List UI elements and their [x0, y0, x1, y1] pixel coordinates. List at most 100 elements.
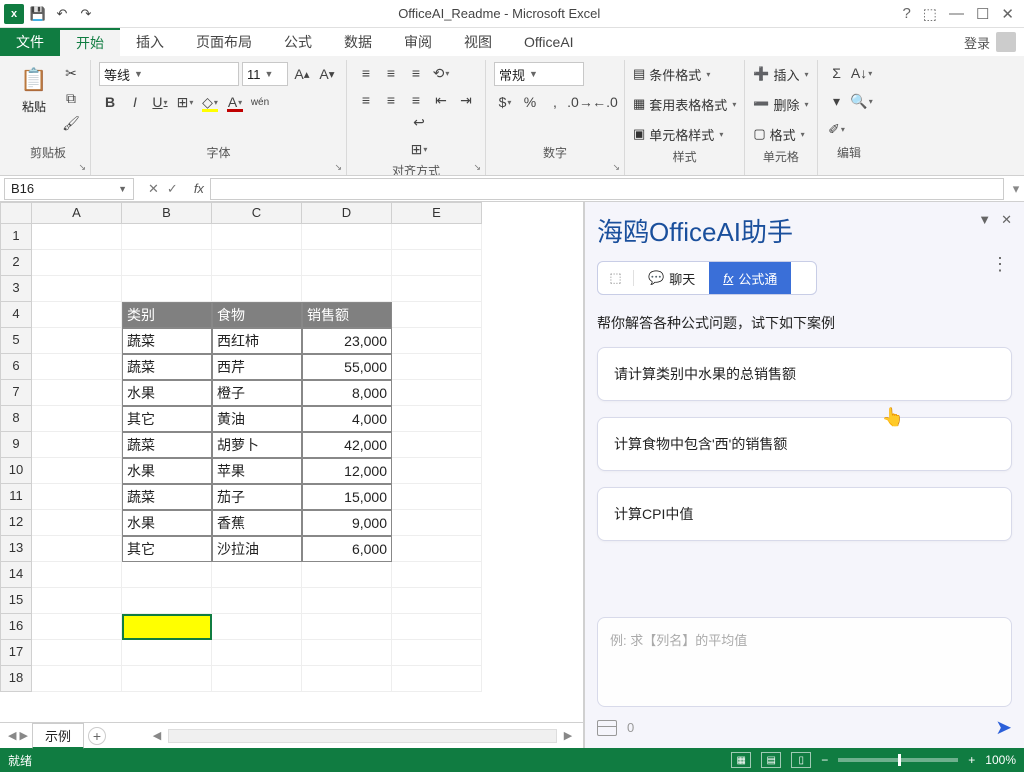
tab-home[interactable]: 开始: [60, 28, 120, 56]
cell[interactable]: [32, 276, 122, 302]
decrease-decimal-icon[interactable]: ←.0: [594, 91, 616, 113]
suggestion-card[interactable]: 请计算类别中水果的总销售额: [597, 347, 1012, 401]
cell[interactable]: [32, 640, 122, 666]
grid[interactable]: A B C D E 1234类别食物销售额5蔬菜西红柿23,0006蔬菜西芹55…: [0, 202, 583, 722]
cell[interactable]: [302, 614, 392, 640]
col-header[interactable]: B: [122, 202, 212, 224]
merge-cells-icon[interactable]: ⊞▾: [361, 138, 477, 160]
cell[interactable]: [212, 562, 302, 588]
cell[interactable]: 蔬菜: [122, 354, 212, 380]
cell[interactable]: [212, 588, 302, 614]
cube-icon[interactable]: ⬚: [598, 270, 634, 286]
ribbon-toggle-icon[interactable]: ⬚: [923, 5, 937, 23]
conditional-formatting-button[interactable]: ▤ 条件格式 ▾: [633, 62, 710, 86]
cell[interactable]: [32, 406, 122, 432]
align-center-icon[interactable]: ≡: [380, 89, 402, 111]
borders-icon[interactable]: ⊞▾: [174, 91, 196, 113]
row-header[interactable]: 10: [0, 458, 32, 484]
cell[interactable]: [122, 588, 212, 614]
cell[interactable]: 12,000: [302, 458, 392, 484]
row-header[interactable]: 14: [0, 562, 32, 588]
cell[interactable]: 橙子: [212, 380, 302, 406]
cell[interactable]: [32, 250, 122, 276]
cell[interactable]: [392, 562, 482, 588]
number-launcher-icon[interactable]: ↘: [612, 162, 620, 173]
insert-cells-button[interactable]: ➕ 插入 ▾: [753, 62, 808, 86]
account-area[interactable]: 登录: [956, 28, 1024, 56]
cell[interactable]: 西芹: [212, 354, 302, 380]
cell[interactable]: [212, 224, 302, 250]
cell[interactable]: [392, 354, 482, 380]
indent-increase-icon[interactable]: ⇥: [455, 89, 477, 111]
comma-icon[interactable]: ,: [544, 91, 566, 113]
cell[interactable]: [32, 510, 122, 536]
fx-icon[interactable]: fx: [188, 181, 210, 196]
row-header[interactable]: 2: [0, 250, 32, 276]
cell[interactable]: 蔬菜: [122, 432, 212, 458]
cell[interactable]: 销售额: [302, 302, 392, 328]
row-header[interactable]: 3: [0, 276, 32, 302]
row-header[interactable]: 4: [0, 302, 32, 328]
cell[interactable]: 9,000: [302, 510, 392, 536]
cell[interactable]: [392, 614, 482, 640]
font-name-combo[interactable]: 等线▼: [99, 62, 239, 86]
view-page-layout-icon[interactable]: ▤: [761, 752, 781, 768]
align-right-icon[interactable]: ≡: [405, 89, 427, 111]
tab-layout[interactable]: 页面布局: [180, 28, 268, 56]
cell[interactable]: [302, 640, 392, 666]
clear-icon[interactable]: ✐▾: [826, 118, 848, 140]
paste-button[interactable]: 📋 粘贴: [14, 62, 54, 117]
cell[interactable]: 蔬菜: [122, 328, 212, 354]
cell[interactable]: [302, 250, 392, 276]
orientation-icon[interactable]: ⟲▾: [430, 62, 452, 84]
tab-officeai[interactable]: OfficeAI: [508, 28, 590, 56]
cell[interactable]: [32, 562, 122, 588]
tab-insert[interactable]: 插入: [120, 28, 180, 56]
panel-tab-formula[interactable]: fx公式通: [709, 262, 791, 294]
italic-button[interactable]: I: [124, 91, 146, 113]
cell[interactable]: [32, 354, 122, 380]
cell[interactable]: [32, 302, 122, 328]
cell[interactable]: [392, 224, 482, 250]
tab-review[interactable]: 审阅: [388, 28, 448, 56]
format-painter-icon[interactable]: 🖌: [60, 112, 82, 134]
cell[interactable]: 食物: [212, 302, 302, 328]
alignment-launcher-icon[interactable]: ↘: [473, 162, 481, 173]
panel-kebab-icon[interactable]: ⋮: [991, 254, 1008, 275]
cell[interactable]: 55,000: [302, 354, 392, 380]
indent-decrease-icon[interactable]: ⇤: [430, 89, 452, 111]
select-all-corner[interactable]: [0, 202, 32, 224]
copy-icon[interactable]: ⧉: [60, 87, 82, 109]
suggestion-card[interactable]: 计算食物中包含'西'的销售额: [597, 417, 1012, 471]
panel-input[interactable]: 例: 求【列名】的平均值: [597, 617, 1012, 707]
cell[interactable]: 8,000: [302, 380, 392, 406]
row-header[interactable]: 16: [0, 614, 32, 640]
cell[interactable]: 苹果: [212, 458, 302, 484]
cell[interactable]: [392, 666, 482, 692]
row-header[interactable]: 8: [0, 406, 32, 432]
cell[interactable]: [32, 328, 122, 354]
cell[interactable]: 水果: [122, 380, 212, 406]
cell[interactable]: 42,000: [302, 432, 392, 458]
cell[interactable]: 黄油: [212, 406, 302, 432]
tab-data[interactable]: 数据: [328, 28, 388, 56]
cell[interactable]: [392, 458, 482, 484]
font-size-combo[interactable]: 11▼: [242, 62, 288, 86]
wrap-text-icon[interactable]: ↩: [361, 111, 477, 133]
cell[interactable]: 其它: [122, 406, 212, 432]
row-header[interactable]: 15: [0, 588, 32, 614]
add-sheet-button[interactable]: +: [88, 727, 106, 745]
cell[interactable]: [122, 224, 212, 250]
cell[interactable]: 胡萝卜: [212, 432, 302, 458]
row-header[interactable]: 18: [0, 666, 32, 692]
panel-close-icon[interactable]: ✕: [1001, 212, 1012, 228]
sheet-nav[interactable]: ◀ ▶: [8, 729, 28, 742]
cell[interactable]: [212, 276, 302, 302]
cell[interactable]: [392, 588, 482, 614]
cell[interactable]: [122, 276, 212, 302]
cell[interactable]: 蔬菜: [122, 484, 212, 510]
minimize-icon[interactable]: —: [949, 5, 964, 23]
maximize-icon[interactable]: ☐: [976, 5, 989, 23]
formula-input[interactable]: [210, 178, 1004, 200]
format-cells-button[interactable]: ▢ 格式 ▾: [753, 122, 804, 146]
